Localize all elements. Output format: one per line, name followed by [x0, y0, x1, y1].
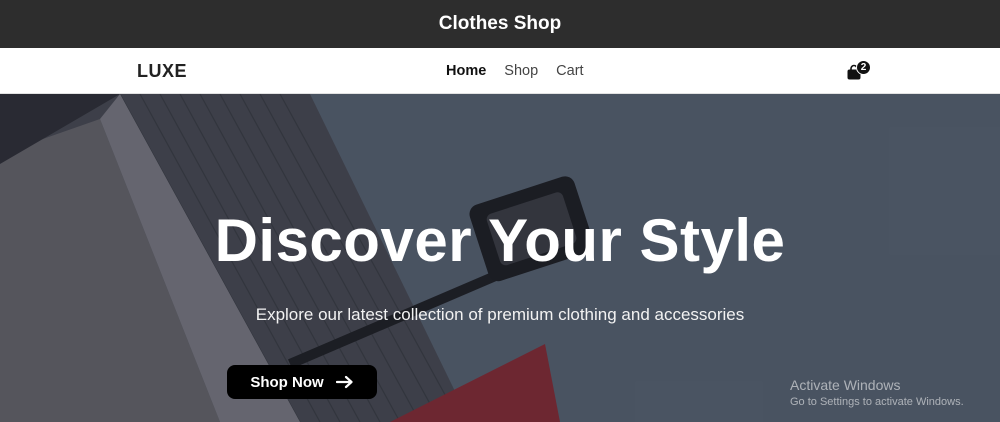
activate-windows-watermark: Activate Windows Go to Settings to activ… — [790, 377, 964, 408]
app-title: Clothes Shop — [438, 13, 562, 34]
hero-section: Discover Your Style Explore our latest c… — [0, 94, 1000, 422]
nav-link-shop[interactable]: Shop — [504, 63, 538, 79]
shop-now-button[interactable]: Shop Now — [227, 365, 377, 399]
nav-link-cart[interactable]: Cart — [556, 63, 583, 79]
cart-count-badge: 2 — [856, 60, 871, 75]
app-title-bar: Clothes Shop — [0, 0, 1000, 48]
arrow-right-icon — [335, 375, 353, 389]
brand-logo[interactable]: LUXE — [137, 48, 187, 94]
nav-links: Home Shop Cart — [446, 48, 584, 94]
shop-now-label: Shop Now — [250, 373, 324, 391]
cart-button[interactable]: 2 — [846, 60, 874, 84]
watermark-line-1: Activate Windows — [790, 377, 901, 393]
navbar: LUXE Home Shop Cart 2 — [0, 48, 1000, 94]
hero-title: Discover Your Style — [214, 207, 786, 274]
watermark-line-2: Go to Settings to activate Windows. — [790, 396, 964, 408]
nav-link-home[interactable]: Home — [446, 63, 486, 79]
hero-subtitle: Explore our latest collection of premium… — [255, 305, 745, 324]
